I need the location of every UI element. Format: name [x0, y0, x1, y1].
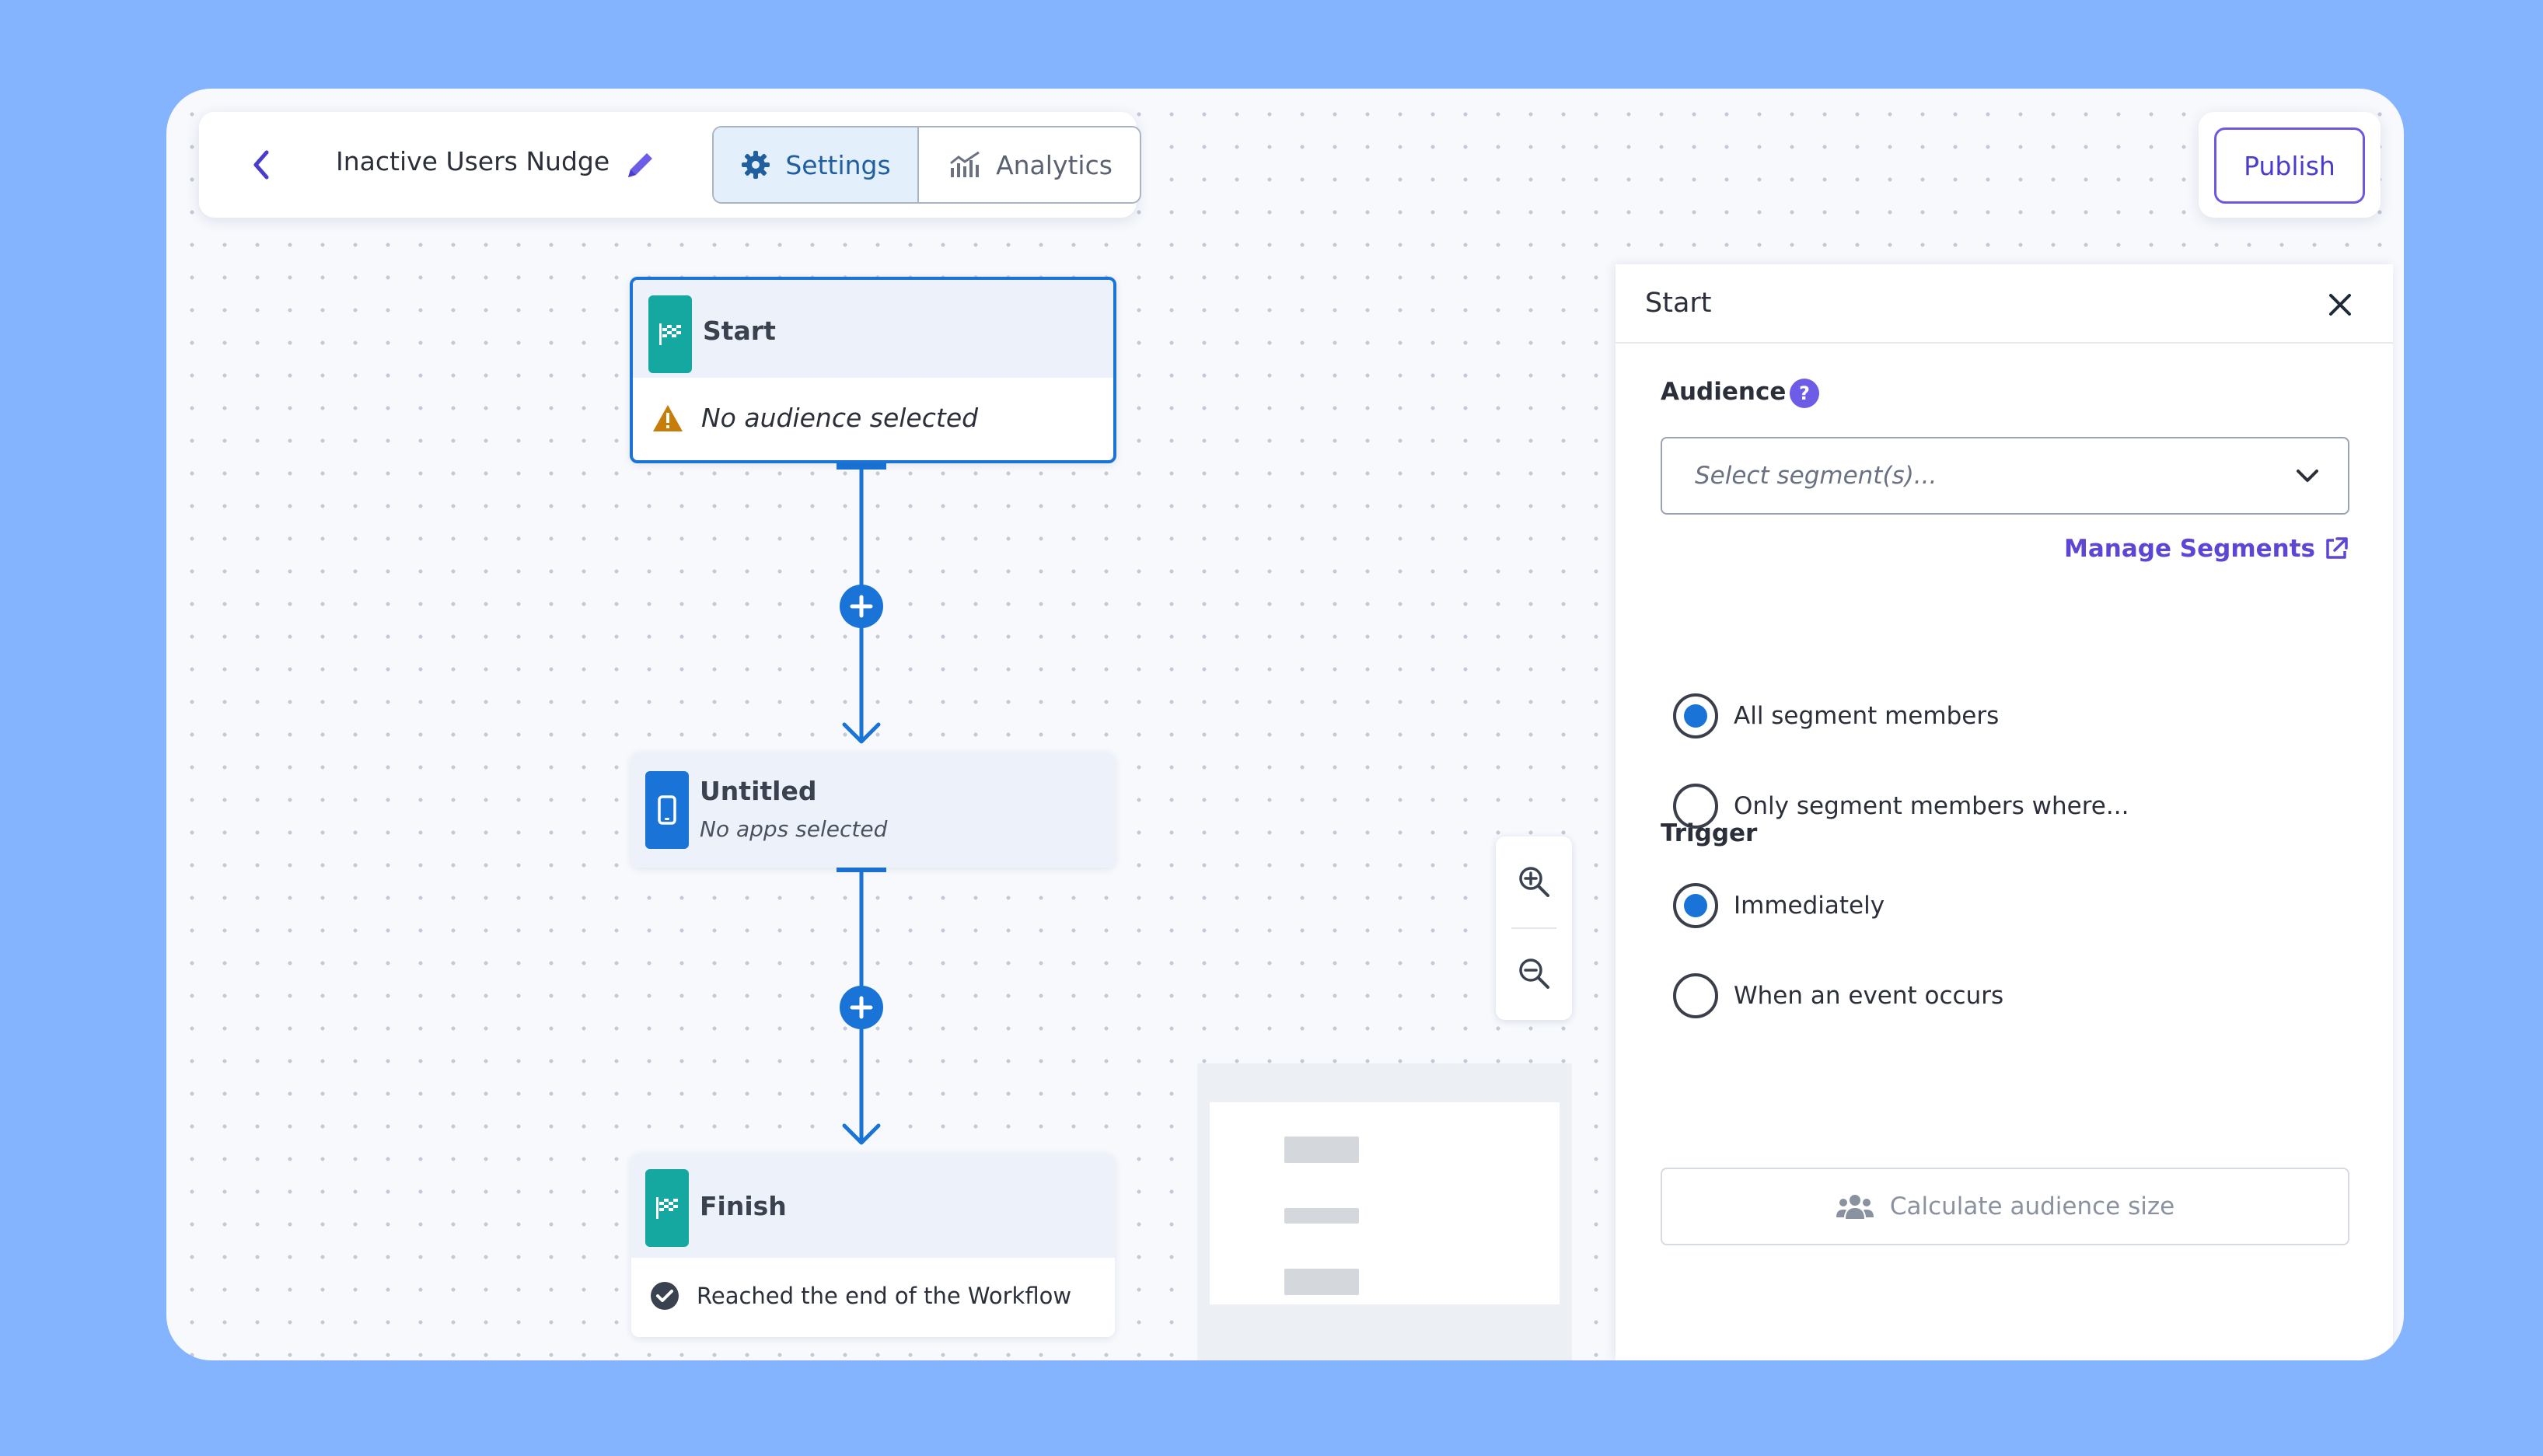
publish-button[interactable]: Publish — [2214, 127, 2365, 204]
start-node-title: Start — [703, 316, 776, 346]
radio-all-segment-members[interactable]: All segment members — [1673, 693, 1999, 738]
manage-segments-label: Manage Segments — [2064, 535, 2315, 563]
tab-settings[interactable]: Settings — [714, 127, 919, 202]
radio-label: Only segment members where... — [1734, 792, 2129, 820]
external-link-icon — [2326, 537, 2348, 559]
close-panel-button[interactable] — [2321, 286, 2359, 323]
top-toolbar: Inactive Users Nudge Settings Analytics — [199, 112, 1141, 218]
zoom-out-icon — [1519, 958, 1549, 989]
finish-node-header: Finish — [631, 1154, 1115, 1258]
publish-container: Publish — [2199, 112, 2381, 218]
minimap-node — [1284, 1269, 1359, 1295]
flag-icon — [645, 1169, 689, 1247]
workflow-title: Inactive Users Nudge — [336, 146, 610, 176]
minimap[interactable] — [1197, 1063, 1572, 1360]
untitled-node-subtitle: No apps selected — [700, 816, 888, 842]
users-icon — [1836, 1195, 1874, 1219]
chevron-left-icon — [253, 150, 269, 180]
untitled-node-title: Untitled — [700, 776, 817, 806]
finish-node-status-text: Reached the end of the Workflow — [697, 1283, 1072, 1309]
flag-icon — [648, 295, 692, 373]
radio-label: When an event occurs — [1734, 982, 2004, 1010]
radio-label: Immediately — [1734, 892, 1885, 920]
chart-icon — [950, 151, 980, 177]
chevron-down-icon — [2297, 470, 2318, 482]
warning-icon — [653, 404, 683, 431]
manage-segments-link[interactable]: Manage Segments — [2064, 535, 2349, 563]
panel-header: Start — [1616, 264, 2393, 344]
minimap-viewport — [1210, 1102, 1560, 1304]
minimap-node — [1284, 1208, 1359, 1224]
zoom-in-button[interactable] — [1496, 836, 1572, 927]
audience-label: Audience — [1661, 378, 1787, 406]
zoom-out-button[interactable] — [1496, 928, 1572, 1018]
panel-title: Start — [1645, 288, 1712, 319]
start-node-header: Start — [633, 280, 1113, 378]
calculate-audience-size-label: Calculate audience size — [1889, 1192, 2175, 1220]
radio-button[interactable] — [1673, 973, 1718, 1018]
start-node[interactable]: Start No audience selected — [630, 277, 1116, 463]
untitled-node-header: Untitled No apps selected — [631, 752, 1115, 868]
calculate-audience-size-button[interactable]: Calculate audience size — [1661, 1168, 2349, 1245]
edit-title-button[interactable] — [619, 143, 662, 187]
radio-button[interactable] — [1673, 693, 1718, 738]
start-node-status-text: No audience selected — [701, 403, 979, 433]
plus-icon — [850, 595, 873, 618]
radio-immediately[interactable]: Immediately — [1673, 883, 1885, 928]
radio-when-event-occurs[interactable]: When an event occurs — [1673, 973, 2003, 1018]
start-node-status: No audience selected — [651, 403, 978, 433]
zoom-controls — [1496, 836, 1572, 1020]
trigger-label: Trigger — [1661, 819, 1758, 847]
tab-analytics[interactable]: Analytics — [919, 127, 1140, 202]
help-icon[interactable]: ? — [1790, 379, 1819, 408]
back-button[interactable] — [238, 141, 285, 188]
plus-icon — [850, 996, 873, 1019]
node-settings-panel: Start Audience ? Select segment(s)... Ma… — [1616, 264, 2393, 1360]
add-step-button[interactable] — [840, 986, 883, 1029]
workflow-editor: Inactive Users Nudge Settings Analytics … — [166, 89, 2404, 1360]
check-circle-icon — [651, 1282, 679, 1310]
close-icon — [2329, 294, 2351, 316]
tab-settings-label: Settings — [785, 149, 891, 180]
view-tabs: Settings Analytics — [712, 126, 1141, 204]
finish-node[interactable]: Finish Reached the end of the Workflow — [631, 1154, 1115, 1337]
untitled-node[interactable]: Untitled No apps selected — [631, 752, 1115, 868]
pencil-icon — [628, 153, 652, 177]
finish-node-status: Reached the end of the Workflow — [650, 1281, 1071, 1311]
finish-node-title: Finish — [700, 1191, 787, 1221]
add-step-button[interactable] — [840, 585, 883, 628]
segment-select[interactable]: Select segment(s)... — [1661, 437, 2349, 515]
radio-button[interactable] — [1673, 883, 1718, 928]
minimap-node — [1284, 1137, 1359, 1163]
tab-analytics-label: Analytics — [996, 149, 1113, 180]
radio-label: All segment members — [1734, 702, 2000, 730]
gear-icon — [742, 151, 770, 179]
mobile-icon — [645, 771, 689, 849]
segment-select-placeholder: Select segment(s)... — [1695, 462, 1937, 490]
zoom-in-icon — [1519, 867, 1549, 897]
